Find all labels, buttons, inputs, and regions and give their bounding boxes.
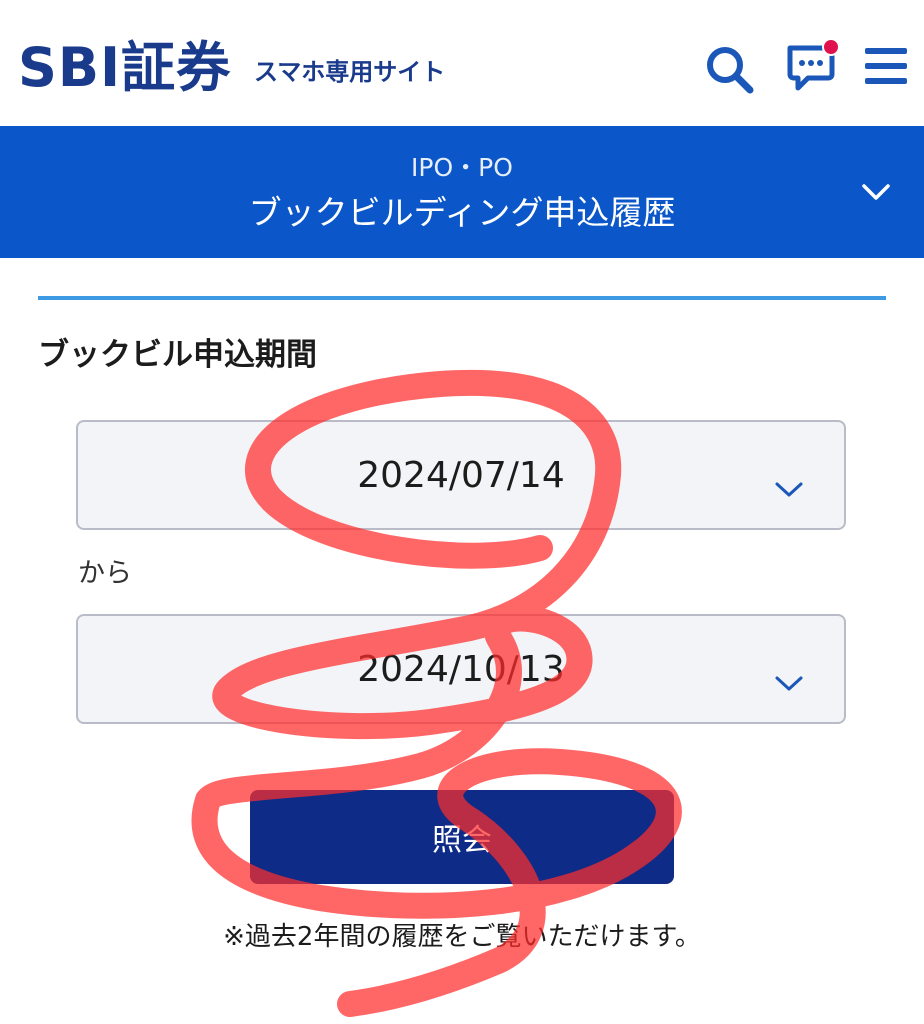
section-header[interactable]: IPO・PO ブックビルディング申込履歴 (0, 126, 924, 258)
page: SBI証券 スマホ専用サイト IPO・PO ブックビルディング申込履歴 ブックビ… (0, 0, 924, 1024)
section-title: ブックビルディング申込履歴 (248, 193, 676, 232)
to-date-value: 2024/10/13 (357, 648, 565, 690)
chevron-down-icon (772, 666, 806, 700)
hamburger-menu-icon[interactable] (864, 44, 908, 88)
section-divider (38, 296, 886, 300)
period-heading: ブックビル申込期間 (38, 337, 317, 373)
from-date-value: 2024/07/14 (357, 454, 565, 496)
sbi-logo[interactable]: SBI証券 (18, 30, 231, 100)
section-subtitle: IPO・PO (411, 153, 513, 182)
to-date-select[interactable]: 2024/10/13 (76, 614, 846, 724)
search-icon[interactable] (704, 44, 756, 96)
logo-text: SBI証券 (18, 36, 232, 99)
history-note: ※過去2年間の履歴をご覧いただけます。 (223, 922, 701, 952)
top-header: SBI証券 スマホ専用サイト (0, 0, 924, 126)
chevron-down-icon[interactable] (856, 172, 896, 212)
notification-dot (822, 38, 840, 56)
inquiry-button[interactable]: 照会 (250, 790, 674, 884)
site-label: スマホ専用サイト (254, 58, 446, 86)
chevron-down-icon (772, 472, 806, 506)
from-date-select[interactable]: 2024/07/14 (76, 420, 846, 530)
from-label: から (78, 558, 132, 589)
chat-bubble-icon[interactable] (784, 38, 842, 94)
